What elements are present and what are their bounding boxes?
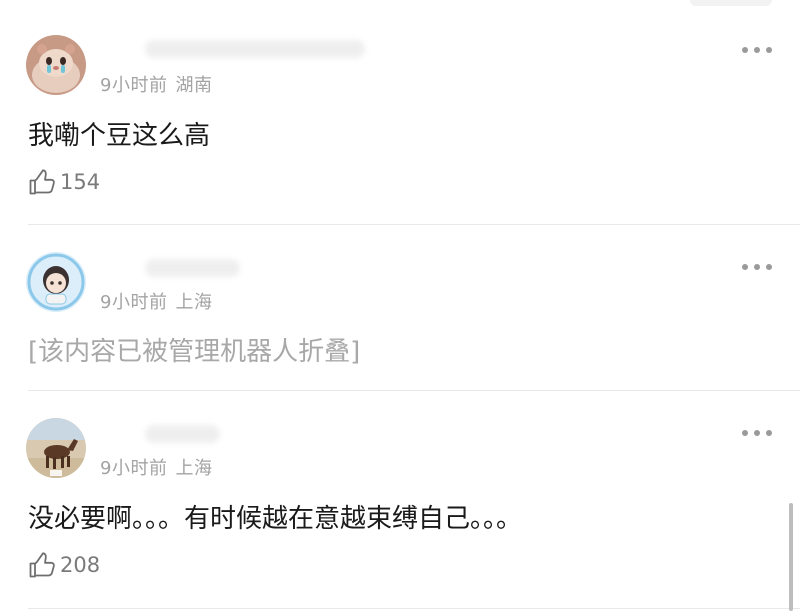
comment-item: 9小时前 上海 [该内容已被管理机器人折叠]	[0, 225, 800, 391]
username-blurred[interactable]	[145, 259, 240, 277]
thumbs-up-icon	[29, 552, 55, 578]
comment-content: 没必要啊。。。有时候越在意越束缚自己。。。	[28, 504, 523, 534]
comment-item: 9小时前 上海 没必要啊。。。有时候越在意越束缚自己。。。 208	[0, 390, 800, 616]
username-blurred[interactable]	[145, 425, 220, 443]
like-button[interactable]: 154	[28, 167, 100, 197]
anime-girl-avatar[interactable]	[26, 252, 86, 312]
more-dots-icon[interactable]	[742, 260, 772, 274]
comment-time: 9小时前	[100, 75, 168, 96]
scrollbar[interactable]	[789, 503, 793, 611]
comment-item: 9小时前 湖南 我嘞个豆这么高 154	[0, 0, 800, 225]
comment-time: 9小时前	[100, 458, 168, 479]
divider	[28, 608, 800, 609]
like-count: 208	[60, 553, 101, 577]
like-count: 154	[60, 170, 101, 194]
thumbs-up-icon	[29, 169, 55, 195]
like-button[interactable]: 208	[28, 550, 100, 580]
more-dots-icon[interactable]	[742, 43, 772, 57]
comment-region: 上海	[175, 292, 213, 313]
username-blurred[interactable]	[145, 40, 365, 58]
horse-avatar[interactable]	[26, 418, 86, 478]
hamster-avatar[interactable]	[26, 35, 86, 95]
comment-meta: 9小时前 上海	[100, 288, 212, 314]
comment-time: 9小时前	[100, 292, 168, 313]
folded-notice[interactable]: [该内容已被管理机器人折叠]	[28, 331, 360, 368]
comment-meta: 9小时前 上海	[100, 454, 212, 480]
comment-region: 湖南	[175, 75, 213, 96]
more-dots-icon[interactable]	[742, 426, 772, 440]
comment-meta: 9小时前 湖南	[100, 71, 212, 97]
comment-content: 我嘞个豆这么高	[28, 121, 211, 151]
comment-region: 上海	[175, 458, 213, 479]
